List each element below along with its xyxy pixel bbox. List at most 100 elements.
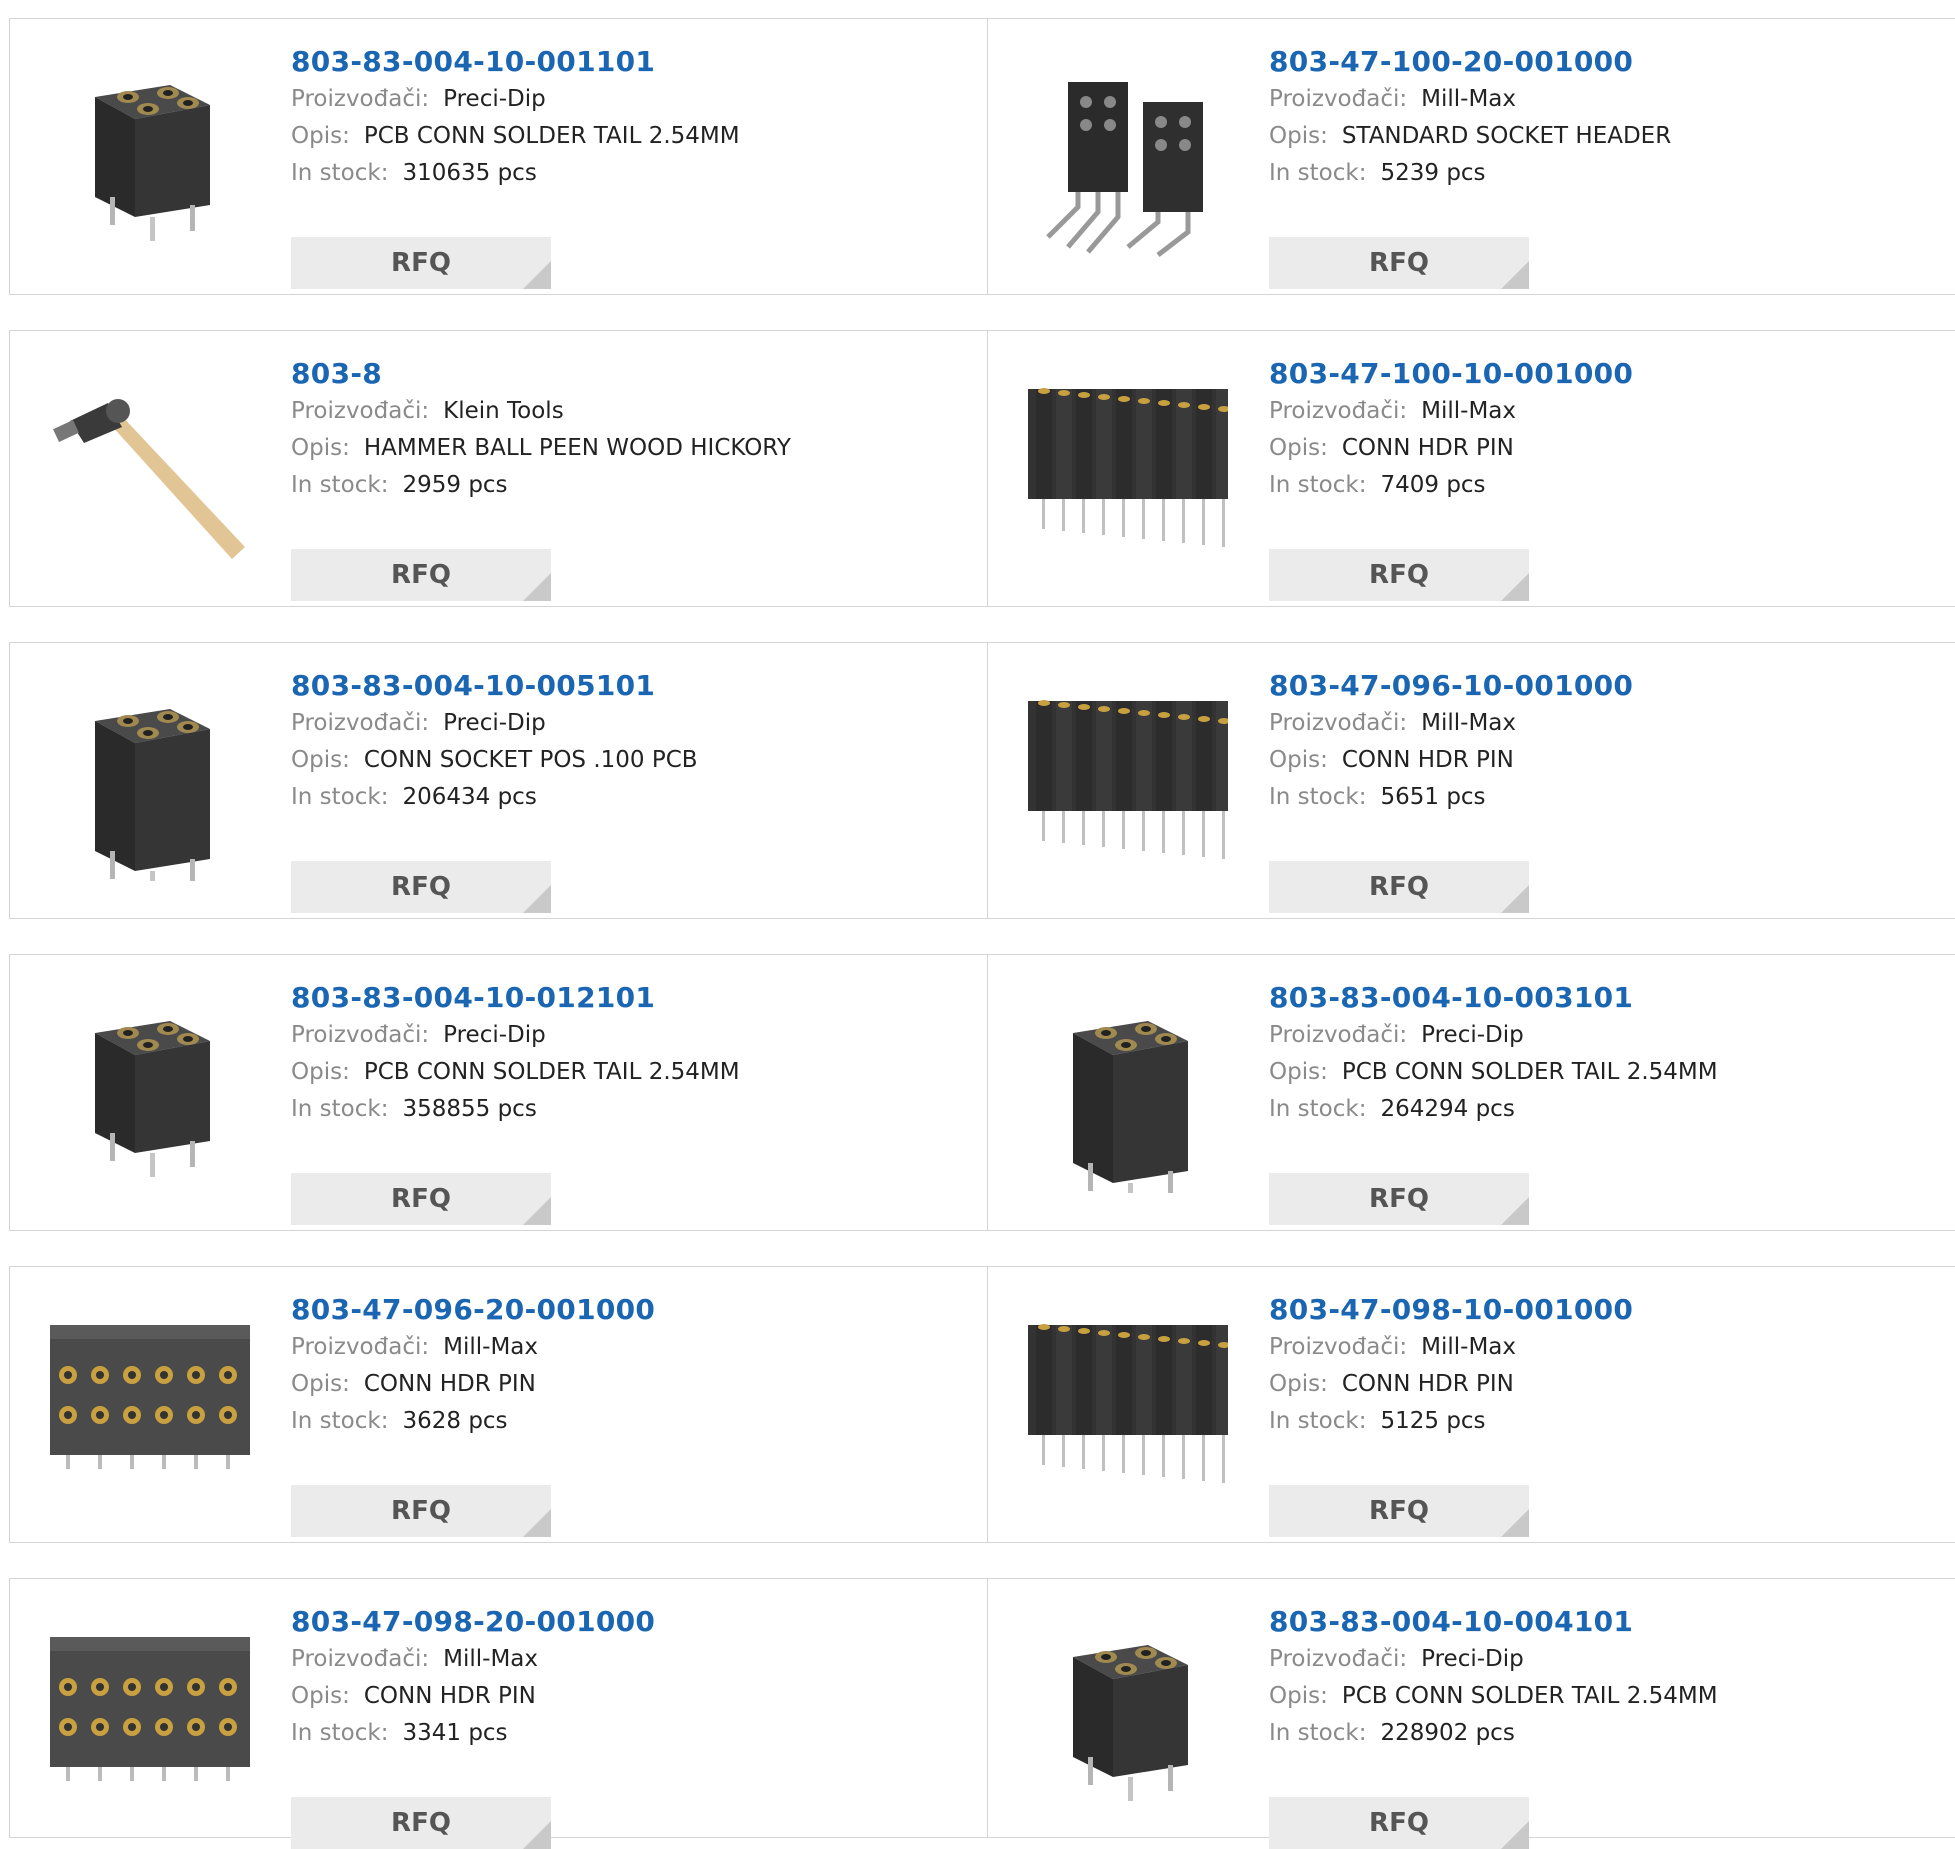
description-label: Opis:: [1269, 1683, 1328, 1709]
part-number-link[interactable]: 803-83-004-10-004101: [1269, 1603, 1955, 1641]
stock-value: 206434 pcs: [402, 784, 537, 810]
product-image[interactable]: [50, 369, 250, 569]
description-row: Opis: CONN HDR PIN: [291, 1366, 977, 1403]
rfq-label: RFQ: [391, 872, 451, 902]
product-card: 803-47-100-10-001000 Proizvođači: Mill-Ma…: [987, 330, 1955, 607]
corner-fold-icon: [1501, 1821, 1529, 1849]
stock-value: 264294 pcs: [1380, 1096, 1515, 1122]
part-number-link[interactable]: 803-47-100-20-001000: [1269, 43, 1955, 81]
manufacturer-row: Proizvođači: Mill-Max: [291, 1329, 977, 1366]
corner-fold-icon: [523, 1197, 551, 1225]
product-image[interactable]: [50, 993, 250, 1193]
rfq-button[interactable]: RFQ: [291, 1173, 551, 1225]
description-value: PCB CONN SOLDER TAIL 2.54MM: [1341, 1059, 1718, 1085]
stock-value: 310635 pcs: [402, 160, 537, 186]
manufacturer-row: Proizvođači: Mill-Max: [291, 1641, 977, 1678]
corner-fold-icon: [1501, 1509, 1529, 1537]
rfq-button[interactable]: RFQ: [1269, 1173, 1529, 1225]
rfq-button[interactable]: RFQ: [291, 549, 551, 601]
stock-row: In stock: 3628 pcs: [291, 1403, 977, 1440]
description-row: Opis: CONN HDR PIN: [1269, 430, 1955, 467]
product-card: 803-83-004-10-012101 Proizvođači: Preci-D…: [9, 954, 988, 1231]
rfq-button[interactable]: RFQ: [1269, 861, 1529, 913]
manufacturer-label: Proizvođači:: [1269, 1646, 1408, 1672]
part-number-link[interactable]: 803-83-004-10-001101: [291, 43, 977, 81]
corner-fold-icon: [523, 261, 551, 289]
socket-4-pin-icon: [1028, 1617, 1228, 1817]
rfq-label: RFQ: [1369, 1184, 1429, 1214]
manufacturer-value: Mill-Max: [443, 1334, 538, 1360]
manufacturer-row: Proizvođači: Mill-Max: [1269, 705, 1955, 742]
manufacturer-value: Preci-Dip: [1421, 1646, 1524, 1672]
description-value: CONN HDR PIN: [363, 1371, 536, 1397]
product-image[interactable]: [50, 1305, 250, 1505]
manufacturer-label: Proizvođači:: [291, 710, 430, 736]
manufacturer-row: Proizvođači: Preci-Dip: [1269, 1017, 1955, 1054]
product-card: 803-83-004-10-001101 Proizvođači: Preci-D…: [9, 18, 988, 295]
description-value: CONN HDR PIN: [1341, 435, 1514, 461]
product-image[interactable]: [50, 1617, 250, 1817]
corner-fold-icon: [1501, 885, 1529, 913]
description-value: PCB CONN SOLDER TAIL 2.54MM: [363, 1059, 740, 1085]
product-image[interactable]: [50, 681, 250, 881]
product-image[interactable]: [1028, 1617, 1228, 1817]
header-strip-double-icon: [50, 1617, 250, 1817]
product-card: 803-83-004-10-003101 Proizvođači: Preci-D…: [987, 954, 1955, 1231]
description-label: Opis:: [291, 435, 350, 461]
description-value: STANDARD SOCKET HEADER: [1341, 123, 1672, 149]
rfq-button[interactable]: RFQ: [1269, 1797, 1529, 1849]
rfq-label: RFQ: [1369, 1808, 1429, 1838]
socket-4-pin-icon: [50, 993, 250, 1193]
rfq-button[interactable]: RFQ: [291, 237, 551, 289]
product-card: 803-8 Proizvođači: Klein Tools Opis: HAMME…: [9, 330, 988, 607]
rfq-button[interactable]: RFQ: [1269, 237, 1529, 289]
stock-row: In stock: 228902 pcs: [1269, 1715, 1955, 1752]
rfq-button[interactable]: RFQ: [291, 1797, 551, 1849]
rfq-button[interactable]: RFQ: [1269, 549, 1529, 601]
part-number-link[interactable]: 803-8: [291, 355, 977, 393]
part-number-link[interactable]: 803-47-096-10-001000: [1269, 667, 1955, 705]
description-label: Opis:: [1269, 123, 1328, 149]
manufacturer-label: Proizvođači:: [1269, 398, 1408, 424]
part-number-link[interactable]: 803-47-096-20-001000: [291, 1291, 977, 1329]
rfq-label: RFQ: [391, 1184, 451, 1214]
description-value: CONN HDR PIN: [1341, 1371, 1514, 1397]
product-image[interactable]: [1028, 993, 1228, 1193]
manufacturer-label: Proizvođači:: [291, 1334, 430, 1360]
header-strip-double-icon: [50, 1305, 250, 1505]
part-number-link[interactable]: 803-47-098-20-001000: [291, 1603, 977, 1641]
header-strip-single-icon: [1028, 1305, 1228, 1505]
description-row: Opis: CONN HDR PIN: [1269, 742, 1955, 779]
product-image[interactable]: [1028, 57, 1228, 257]
rfq-label: RFQ: [391, 1496, 451, 1526]
part-number-link[interactable]: 803-83-004-10-005101: [291, 667, 977, 705]
stock-value: 3341 pcs: [402, 1720, 508, 1746]
corner-fold-icon: [523, 1509, 551, 1537]
rfq-button[interactable]: RFQ: [1269, 1485, 1529, 1537]
manufacturer-value: Mill-Max: [1421, 86, 1516, 112]
description-label: Opis:: [291, 747, 350, 773]
stock-row: In stock: 7409 pcs: [1269, 467, 1955, 504]
part-number-link[interactable]: 803-83-004-10-003101: [1269, 979, 1955, 1017]
rfq-button[interactable]: RFQ: [291, 1485, 551, 1537]
description-value: CONN SOCKET POS .100 PCB: [363, 747, 698, 773]
rfq-button[interactable]: RFQ: [291, 861, 551, 913]
stock-row: In stock: 5651 pcs: [1269, 779, 1955, 816]
stock-label: In stock:: [291, 784, 389, 810]
stock-label: In stock:: [291, 1408, 389, 1434]
product-image[interactable]: [1028, 1305, 1228, 1505]
part-number-link[interactable]: 803-47-098-10-001000: [1269, 1291, 1955, 1329]
part-number-link[interactable]: 803-83-004-10-012101: [291, 979, 977, 1017]
stock-row: In stock: 5239 pcs: [1269, 155, 1955, 192]
manufacturer-label: Proizvođači:: [291, 1646, 430, 1672]
stock-value: 228902 pcs: [1380, 1720, 1515, 1746]
description-value: HAMMER BALL PEEN WOOD HICKORY: [363, 435, 791, 461]
manufacturer-value: Klein Tools: [443, 398, 564, 424]
part-number-link[interactable]: 803-47-100-10-001000: [1269, 355, 1955, 393]
product-card: 803-47-098-20-001000 Proizvođači: Mill-Ma…: [9, 1578, 988, 1849]
product-image[interactable]: [1028, 681, 1228, 881]
description-row: Opis: CONN HDR PIN: [291, 1678, 977, 1715]
socket-tall-icon: [1028, 993, 1228, 1193]
product-image[interactable]: [50, 57, 250, 257]
product-image[interactable]: [1028, 369, 1228, 569]
